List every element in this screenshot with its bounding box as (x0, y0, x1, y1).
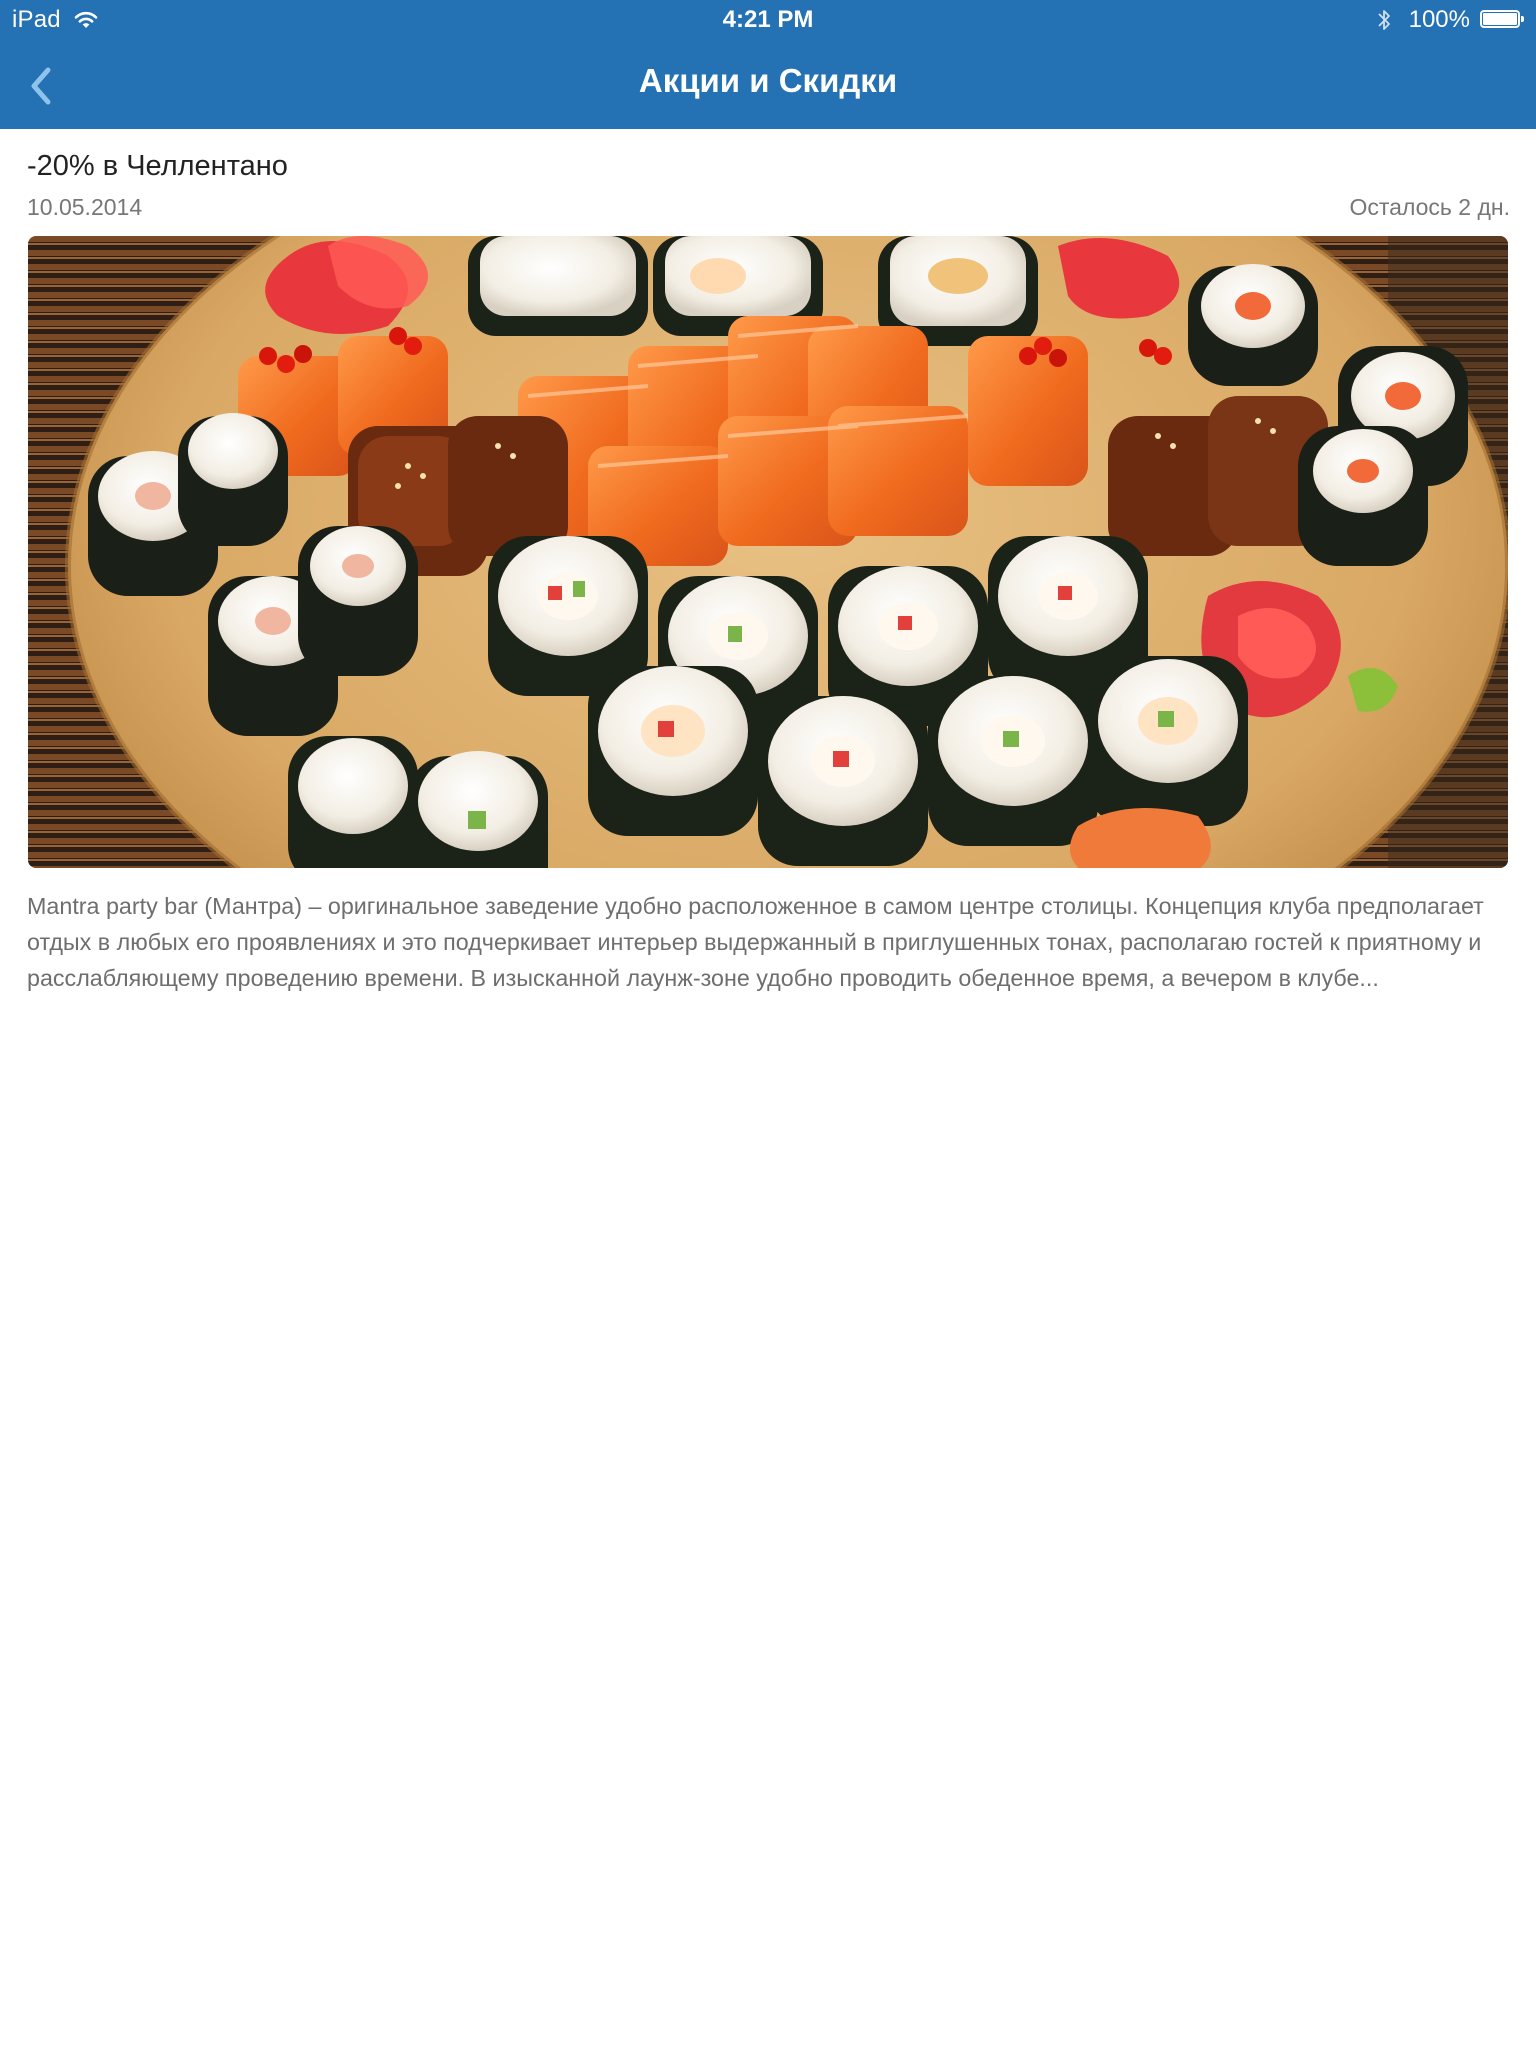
sushi-platter-image (28, 236, 1508, 868)
battery-icon (1480, 10, 1526, 30)
top-bar: iPad 4:21 PM 100% Акции и Скидки (0, 0, 1536, 129)
bluetooth-icon (1377, 10, 1390, 30)
nav-bar: Акции и Скидки (0, 40, 1536, 129)
promo-remaining: Осталось 2 дн. (1349, 194, 1511, 220)
promo-date: 10.05.2014 (27, 194, 143, 220)
app-screen: iPad 4:21 PM 100% Акции и Скидки -20% в … (0, 0, 1536, 2048)
battery-percent: 100% (1408, 6, 1470, 33)
status-time: 4:21 PM (722, 6, 814, 33)
promo-description: Mantra party bar (Мантра) – оригинальное… (27, 893, 1484, 991)
status-bar: iPad 4:21 PM 100% (0, 0, 1536, 40)
promo-title: -20% в Челлентано (27, 150, 288, 182)
promo-image[interactable] (28, 236, 1508, 868)
status-right: 100% (1377, 6, 1526, 34)
page-title: Акции и Скидки (638, 62, 898, 99)
